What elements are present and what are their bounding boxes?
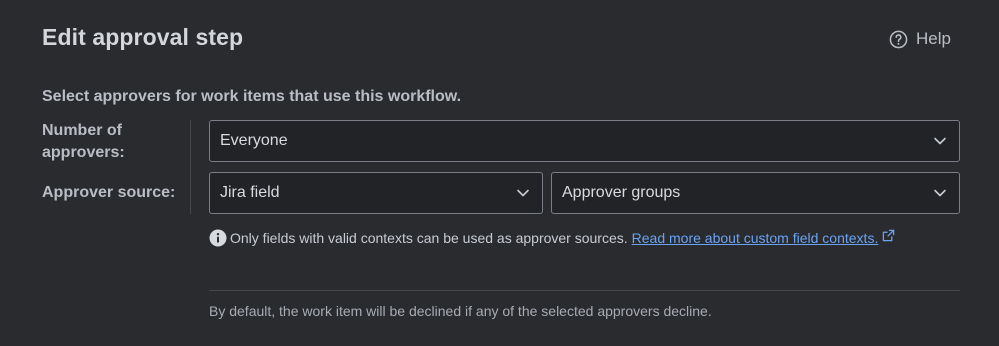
chevron-down-icon (517, 189, 529, 197)
help-button[interactable]: Help (889, 28, 951, 50)
page-title: Edit approval step (42, 24, 244, 50)
number-of-approvers-label: Number of approvers: (42, 122, 125, 161)
number-of-approvers-select[interactable]: Everyone (209, 120, 960, 162)
question-circle-icon (889, 30, 908, 48)
help-label: Help (916, 29, 951, 48)
approver-source-value: Jira field (220, 184, 280, 201)
custom-field-contexts-link[interactable]: Read more about custom field contexts. (632, 230, 879, 246)
info-message: Only fields with valid contexts can be u… (209, 228, 895, 248)
info-text: Only fields with valid contexts can be u… (230, 230, 628, 246)
approver-source-select[interactable]: Jira field (209, 172, 543, 214)
approver-field-select[interactable]: Approver groups (551, 172, 960, 214)
decline-policy-note: By default, the work item will be declin… (209, 303, 712, 319)
approver-field-value: Approver groups (562, 184, 681, 201)
label-divider (190, 120, 191, 214)
section-description: Select approvers for work items that use… (42, 88, 462, 105)
external-link-icon[interactable] (882, 229, 895, 242)
approver-source-label: Approver source: (42, 184, 176, 201)
number-of-approvers-value: Everyone (220, 132, 288, 149)
info-icon (209, 229, 227, 247)
footer-divider (209, 290, 960, 291)
chevron-down-icon (934, 189, 946, 197)
chevron-down-icon (934, 137, 946, 145)
